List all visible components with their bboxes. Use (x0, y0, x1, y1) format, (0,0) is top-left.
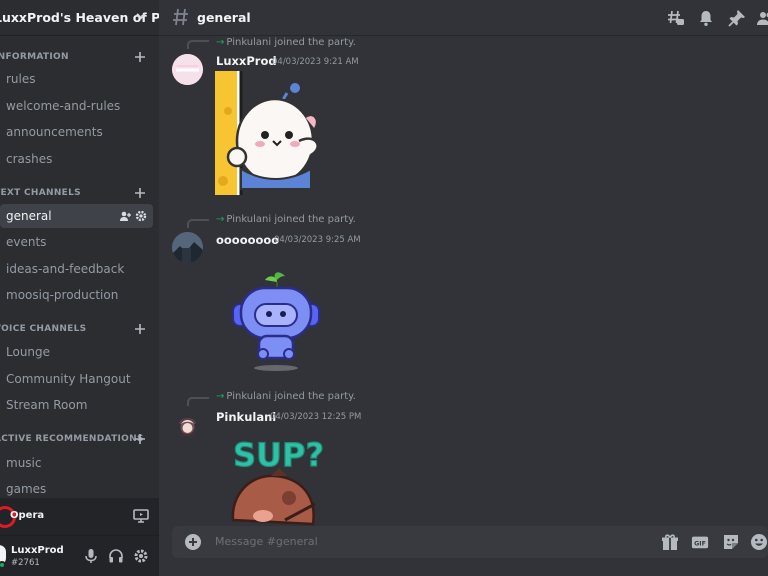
gear-icon[interactable] (133, 548, 149, 564)
activity-panel[interactable]: Opera (0, 498, 159, 536)
gif-icon[interactable]: GIF (691, 533, 709, 551)
channel-header: general (159, 0, 768, 36)
join-arrow-icon: → (216, 214, 225, 225)
screen-share-icon[interactable] (133, 509, 149, 523)
channel-rules[interactable]: rules (0, 67, 153, 91)
gift-icon[interactable] (661, 533, 679, 551)
emoji-icon[interactable] (750, 533, 768, 551)
channel-music[interactable]: music (0, 451, 153, 475)
channel-ideas-and-feedback[interactable]: ideas-and-feedback (0, 257, 153, 281)
channel-title: general (197, 10, 251, 25)
join-spine (187, 219, 209, 228)
voice-channel-lounge[interactable]: Lounge (0, 340, 153, 364)
members-icon[interactable] (756, 9, 768, 27)
message-author[interactable]: Pinkulani (216, 410, 276, 424)
message-input[interactable]: Message #general (215, 535, 318, 548)
chevron-down-icon[interactable] (134, 9, 148, 23)
sticker-cat-peek[interactable] (215, 71, 327, 195)
join-arrow-icon: → (216, 37, 225, 48)
channel-events[interactable]: events (0, 230, 153, 254)
system-message: → Pinkulani joined the party. (216, 214, 356, 225)
message-timestamp: 04/03/2023 12:25 PM (270, 412, 362, 422)
status-online-indicator (0, 561, 6, 569)
server-header[interactable]: LuxxProd's Heaven of Pe... (0, 0, 159, 36)
channel-announcements[interactable]: announcements (0, 120, 153, 144)
join-arrow-icon: → (216, 391, 225, 402)
message-list[interactable]: → Pinkulani joined the party. LuxxProd 04… (159, 36, 768, 526)
add-channel-icon[interactable] (134, 433, 146, 445)
join-spine (187, 397, 209, 406)
message-timestamp: 04/03/2023 9:25 AM (274, 235, 361, 245)
sticker-wumpus[interactable] (229, 270, 325, 372)
channel-crashes[interactable]: crashes (0, 147, 153, 171)
voice-channel-community-hangout[interactable]: Community Hangout (0, 367, 153, 391)
avatar[interactable] (172, 410, 203, 441)
threads-icon[interactable] (667, 9, 685, 27)
headphones-icon[interactable] (108, 548, 124, 564)
add-channel-icon[interactable] (134, 187, 146, 199)
message-composer[interactable]: Message #general GIF (172, 526, 768, 558)
message-author[interactable]: LuxxProd (216, 54, 277, 68)
channel-general[interactable]: general (0, 204, 153, 228)
avatar[interactable] (172, 54, 203, 85)
svg-text:GIF: GIF (694, 541, 706, 548)
category-information[interactable]: INFORMATION (0, 49, 69, 65)
message-author[interactable]: oooooooo (216, 233, 279, 247)
system-message: → Pinkulani joined the party. (216, 391, 356, 402)
message-timestamp: 04/03/2023 9:21 AM (272, 57, 359, 67)
microphone-icon[interactable] (83, 548, 99, 564)
hash-icon (173, 8, 188, 26)
channel-sidebar: LuxxProd's Heaven of Pe... INFORMATION r… (0, 0, 159, 576)
system-message: → Pinkulani joined the party. (216, 37, 356, 48)
user-tag: #2761 (11, 558, 40, 568)
category-active-recommendations[interactable]: ACTIVE RECOMMENDATIONS (0, 431, 144, 447)
voice-channel-stream-room[interactable]: Stream Room (0, 393, 153, 417)
category-voice-channels[interactable]: VOICE CHANNELS (0, 321, 86, 337)
svg-text:SUP?: SUP? (233, 436, 324, 474)
invite-icon[interactable] (119, 210, 131, 222)
add-channel-icon[interactable] (134, 323, 146, 335)
join-spine (187, 40, 209, 49)
sticker-icon[interactable] (722, 533, 740, 551)
add-channel-icon[interactable] (134, 51, 146, 63)
pin-icon[interactable] (728, 9, 746, 27)
discord-window: LuxxProd's Heaven of Pe... INFORMATION r… (0, 0, 768, 576)
channel-moosiq-production[interactable]: moosiq-production (0, 283, 153, 307)
plus-circle-icon[interactable] (184, 533, 202, 551)
sticker-sup-bear[interactable]: SUP? (231, 434, 331, 526)
bell-icon[interactable] (697, 9, 715, 27)
username[interactable]: LuxxProd (11, 545, 64, 556)
gear-icon[interactable] (135, 210, 147, 222)
channel-welcome-and-rules[interactable]: welcome-and-rules (0, 94, 153, 118)
activity-label: Opera (10, 510, 45, 521)
user-panel: LuxxProd #2761 (0, 536, 159, 576)
avatar[interactable] (172, 232, 203, 263)
category-text-channels[interactable]: TEXT CHANNELS (0, 185, 81, 201)
